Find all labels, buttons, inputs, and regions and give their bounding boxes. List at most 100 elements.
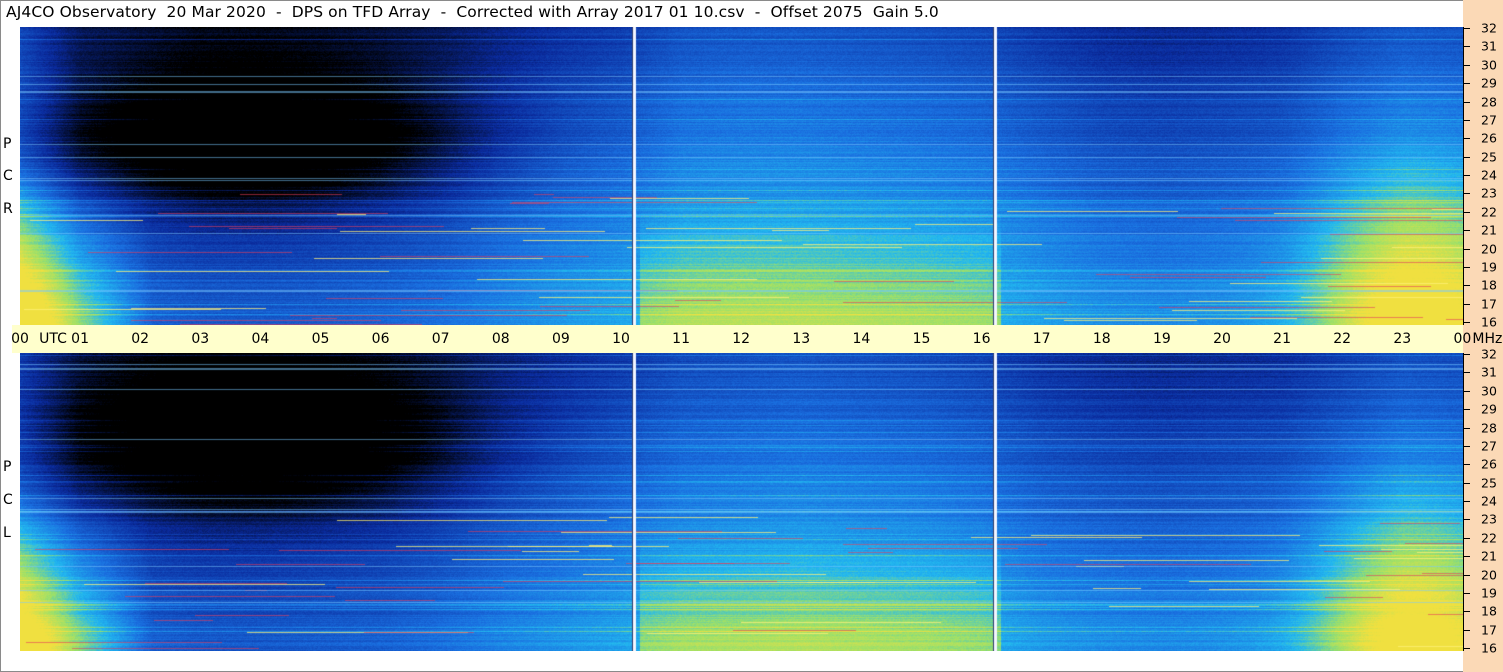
- rcp-freq-label-32: 32: [1481, 20, 1497, 36]
- time-label-25: 00: [1453, 331, 1472, 347]
- time-label-18: 17: [1032, 331, 1051, 347]
- time-label-3: 02: [131, 331, 150, 347]
- lcp-freq-tick-21: [1464, 556, 1470, 558]
- lcp-freq-tick-25: [1464, 482, 1470, 484]
- time-label-23: 22: [1333, 331, 1352, 347]
- rcp-freq-label-26: 26: [1481, 130, 1497, 146]
- time-label-7: 06: [371, 331, 390, 347]
- time-label-12: 11: [672, 331, 691, 347]
- time-label-0: 00: [11, 331, 29, 347]
- rcp-freq-tick-23: [1464, 193, 1470, 195]
- rcp-freq-label-25: 25: [1481, 149, 1497, 165]
- lcp-freq-label-17: 17: [1481, 622, 1497, 638]
- lcp-freq-tick-23: [1464, 519, 1470, 521]
- time-label-17: 16: [972, 331, 991, 347]
- lcp-freq-label-26: 26: [1481, 456, 1497, 472]
- time-label-15: 14: [852, 331, 871, 347]
- lcp-freq-label-16: 16: [1481, 640, 1497, 656]
- lcp-freq-tick-28: [1464, 427, 1470, 429]
- rcp-spectrogram: [20, 27, 1463, 325]
- time-label-9: 08: [491, 331, 510, 347]
- rcp-freq-tick-25: [1464, 156, 1470, 158]
- lcp-polarization-label: P C L: [0, 353, 18, 651]
- rcp-freq-tick-30: [1464, 64, 1470, 66]
- lcp-freq-tick-19: [1464, 592, 1470, 594]
- time-label-20: 19: [1152, 331, 1171, 347]
- rcp-freq-label-31: 31: [1481, 38, 1497, 54]
- time-label-13: 12: [732, 331, 751, 347]
- time-label-11: 10: [612, 331, 630, 347]
- rcp-heatmap-canvas: [20, 27, 1463, 325]
- lcp-freq-tick-26: [1464, 464, 1470, 466]
- rcp-freq-tick-28: [1464, 101, 1470, 103]
- rcp-freq-tick-16: [1464, 322, 1470, 323]
- time-label-10: 09: [551, 331, 570, 347]
- lcp-freq-label-27: 27: [1481, 438, 1497, 454]
- rcp-freq-label-24: 24: [1481, 167, 1497, 183]
- lcp-freq-label-30: 30: [1481, 383, 1497, 399]
- rcp-freq-tick-20: [1464, 248, 1470, 250]
- rcp-freq-label-22: 22: [1481, 204, 1497, 220]
- rcp-freq-tick-22: [1464, 211, 1470, 213]
- lcp-freq-tick-20: [1464, 574, 1470, 576]
- rcp-freq-label-20: 20: [1481, 241, 1497, 256]
- rcp-freq-tick-29: [1464, 83, 1470, 85]
- rcp-letter-r: R: [3, 201, 13, 217]
- lcp-freq-tick-16: [1464, 648, 1470, 649]
- lcp-freq-tick-29: [1464, 409, 1470, 411]
- lcp-freq-tick-30: [1464, 390, 1470, 392]
- lcp-freq-tick-17: [1464, 629, 1470, 631]
- time-label-16: 15: [912, 331, 931, 347]
- rcp-freq-label-28: 28: [1481, 94, 1497, 109]
- time-label-22: 21: [1273, 331, 1292, 347]
- rcp-freq-tick-21: [1464, 230, 1470, 232]
- lcp-freq-label-25: 25: [1481, 475, 1497, 491]
- time-label-2: 01: [71, 331, 90, 347]
- lcp-freq-tick-31: [1464, 372, 1470, 374]
- rcp-freq-label-16: 16: [1481, 314, 1497, 330]
- rcp-freq-tick-24: [1464, 175, 1470, 176]
- rcp-freq-axis-line: [1463, 27, 1464, 325]
- lcp-freq-label-32: 32: [1481, 346, 1497, 362]
- time-label-6: 05: [311, 331, 330, 347]
- lcp-freq-label-22: 22: [1481, 530, 1497, 546]
- lcp-freq-label-28: 28: [1481, 420, 1497, 435]
- time-label-26: MHz: [1472, 331, 1503, 347]
- lcp-freq-label-20: 20: [1481, 567, 1497, 582]
- lcp-letter-l: L: [3, 525, 11, 541]
- rcp-freq-tick-32: [1464, 28, 1470, 29]
- time-label-14: 13: [792, 331, 811, 347]
- lcp-freq-tick-24: [1464, 501, 1470, 502]
- rcp-freq-label-19: 19: [1481, 259, 1497, 275]
- lcp-letter-p: P: [3, 459, 12, 475]
- lcp-freq-label-29: 29: [1481, 401, 1497, 417]
- page-title: AJ4CO Observatory 20 Mar 2020 - DPS on T…: [6, 3, 939, 21]
- time-label-21: 20: [1213, 331, 1231, 347]
- rcp-freq-label-21: 21: [1481, 222, 1497, 238]
- rcp-freq-tick-27: [1464, 119, 1470, 121]
- lcp-freq-tick-32: [1464, 354, 1470, 355]
- lcp-freq-label-21: 21: [1481, 548, 1497, 564]
- rcp-letter-p: P: [3, 136, 12, 152]
- lcp-freq-label-18: 18: [1481, 603, 1497, 619]
- lcp-letter-c: C: [3, 492, 13, 508]
- time-label-4: 03: [191, 331, 210, 347]
- time-label-1: UTC: [39, 331, 67, 347]
- lcp-heatmap-canvas: [20, 353, 1463, 651]
- rcp-freq-label-29: 29: [1481, 75, 1497, 91]
- lcp-freq-tick-18: [1464, 611, 1470, 613]
- lcp-freq-label-31: 31: [1481, 364, 1497, 380]
- lcp-freq-tick-22: [1464, 537, 1470, 539]
- rcp-freq-label-30: 30: [1481, 57, 1497, 73]
- rcp-letter-c: C: [3, 168, 13, 184]
- lcp-freq-label-24: 24: [1481, 493, 1497, 509]
- lcp-freq-label-19: 19: [1481, 585, 1497, 601]
- rcp-polarization-label: P C R: [0, 28, 18, 325]
- time-label-8: 07: [431, 331, 450, 347]
- rcp-freq-label-18: 18: [1481, 277, 1497, 293]
- lcp-freq-axis-line: [1463, 353, 1464, 651]
- time-label-19: 18: [1092, 331, 1111, 347]
- rcp-freq-tick-17: [1464, 303, 1470, 305]
- rcp-freq-label-27: 27: [1481, 112, 1497, 128]
- lcp-spectrogram: [20, 353, 1463, 651]
